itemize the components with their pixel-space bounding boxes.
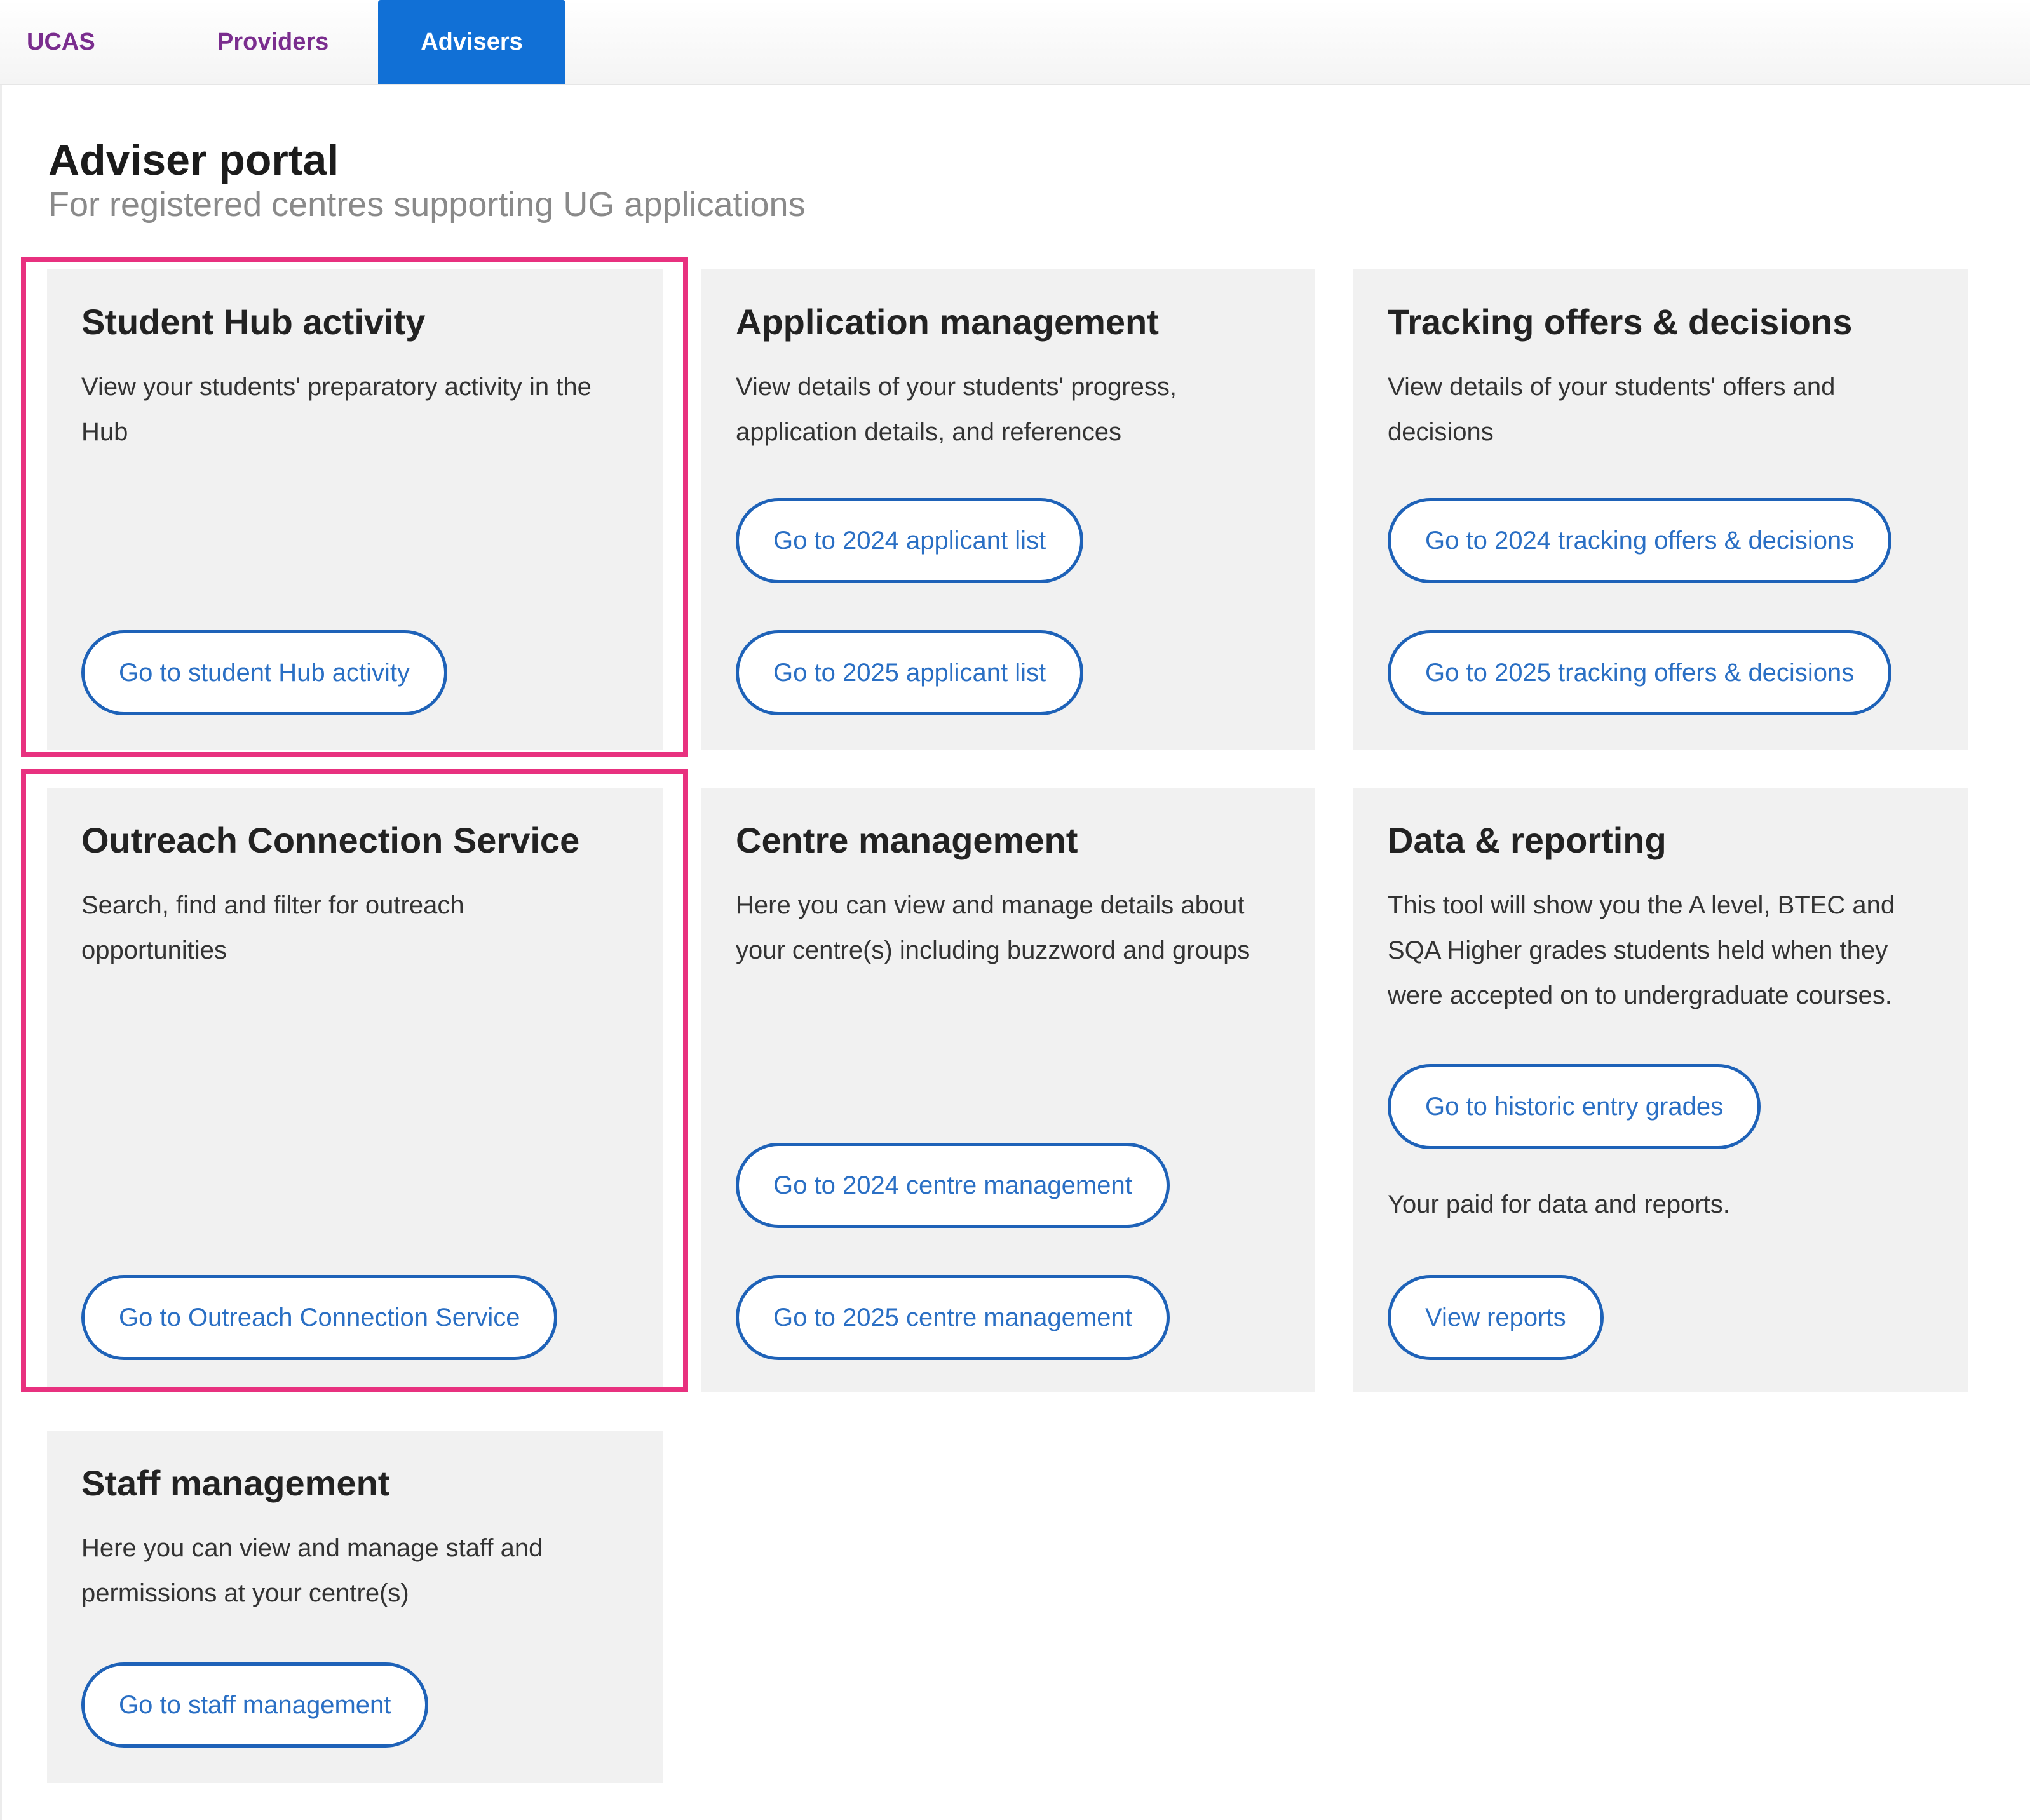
card-title: Centre management — [736, 820, 1078, 860]
go-to-2024-centre-management-button[interactable]: Go to 2024 centre management — [736, 1143, 1170, 1228]
go-to-outreach-connection-service-button[interactable]: Go to Outreach Connection Service — [81, 1275, 558, 1360]
card-title: Student Hub activity — [81, 302, 426, 342]
card-staff-management: Staff management Here you can view and m… — [47, 1431, 663, 1783]
card-description: Here you can view and manage staff and p… — [81, 1534, 543, 1607]
card-description: View your students' preparatory activity… — [81, 373, 592, 446]
card-application-management: Application management View details of y… — [701, 269, 1315, 750]
card-description: This tool will show you the A level, BTE… — [1388, 891, 1895, 1009]
card-centre-management: Centre management Here you can view and … — [701, 788, 1315, 1392]
page-title: Adviser portal — [48, 136, 339, 184]
page-subtitle: For registered centres supporting UG app… — [48, 185, 806, 224]
card-description: View details of your students' offers an… — [1388, 373, 1836, 446]
card-student-hub-activity: Student Hub activity View your students'… — [47, 269, 663, 750]
card-tracking-offers-decisions: Tracking offers & decisions View details… — [1353, 269, 1968, 750]
tab-providers[interactable]: Providers — [217, 0, 328, 84]
page-left-border — [0, 85, 2, 1820]
go-to-historic-entry-grades-button[interactable]: Go to historic entry grades — [1388, 1064, 1761, 1149]
card-title: Staff management — [81, 1463, 390, 1503]
card-outreach-connection-service: Outreach Connection Service Search, find… — [47, 788, 663, 1392]
go-to-2025-tracking-button[interactable]: Go to 2025 tracking offers & decisions — [1388, 630, 1892, 715]
tab-ucas[interactable]: UCAS — [27, 0, 95, 84]
card-description: View details of your students' progress,… — [736, 373, 1177, 446]
top-navigation: UCAS Providers Advisers — [0, 0, 2030, 85]
go-to-2024-tracking-button[interactable]: Go to 2024 tracking offers & decisions — [1388, 498, 1892, 583]
go-to-staff-management-button[interactable]: Go to staff management — [81, 1662, 429, 1748]
go-to-2025-centre-management-button[interactable]: Go to 2025 centre management — [736, 1275, 1170, 1360]
card-title: Outreach Connection Service — [81, 820, 580, 860]
card-description: Here you can view and manage details abo… — [736, 891, 1250, 964]
card-description: Search, find and filter for outreach opp… — [81, 891, 464, 964]
go-to-student-hub-activity-button[interactable]: Go to student Hub activity — [81, 630, 448, 715]
card-data-reporting: Data & reporting This tool will show you… — [1353, 788, 1968, 1392]
tab-advisers[interactable]: Advisers — [378, 0, 565, 84]
card-title: Application management — [736, 302, 1159, 342]
view-reports-button[interactable]: View reports — [1388, 1275, 1604, 1360]
card-title: Tracking offers & decisions — [1388, 302, 1853, 342]
data-reports-note: Your paid for data and reports. — [1388, 1190, 1730, 1218]
card-title: Data & reporting — [1388, 820, 1667, 860]
go-to-2025-applicant-list-button[interactable]: Go to 2025 applicant list — [736, 630, 1084, 715]
go-to-2024-applicant-list-button[interactable]: Go to 2024 applicant list — [736, 498, 1084, 583]
